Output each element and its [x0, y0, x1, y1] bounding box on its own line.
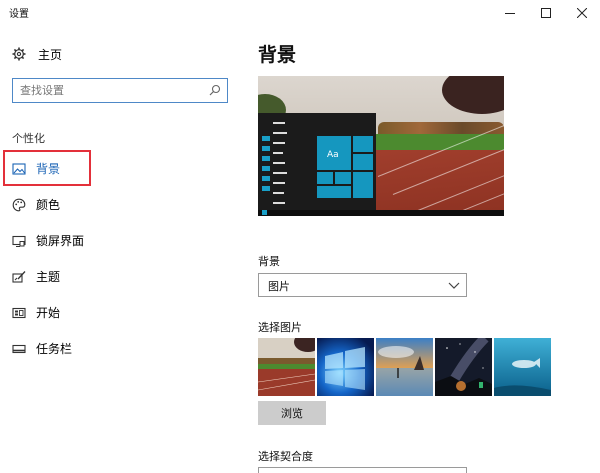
preview-tile-text: Aa	[327, 150, 339, 160]
picture-thumbnail[interactable]	[435, 338, 492, 396]
home-link[interactable]: 主页	[12, 44, 62, 64]
section-heading: 个性化	[12, 132, 45, 145]
search-icon[interactable]	[209, 84, 221, 96]
fit-label: 选择契合度	[258, 450, 313, 463]
picture-thumbnail[interactable]	[258, 338, 315, 396]
background-label: 背景	[258, 255, 280, 268]
sidebar: 主页 个性化 背景 颜色 锁屏界面	[0, 26, 238, 473]
window-title: 设置	[9, 9, 29, 20]
chevron-down-icon	[448, 282, 460, 289]
browse-button[interactable]: 浏览	[258, 401, 326, 425]
minimize-button[interactable]	[492, 0, 528, 26]
start-menu-icon	[12, 305, 26, 319]
picture-thumbnails	[258, 338, 554, 396]
search-box	[12, 78, 228, 103]
fit-dropdown[interactable]	[258, 467, 467, 473]
settings-window: 设置 主页 查找设置 个性化 背景 颜色 锁屏界面 主题 开始 任务栏 背景 A…	[0, 0, 600, 473]
sidebar-item-label: 背景	[36, 162, 61, 176]
background-dropdown[interactable]: 图片	[258, 273, 467, 297]
theme-brush-icon	[12, 269, 26, 283]
preview-start-menu: Aa	[258, 113, 376, 210]
sidebar-item-background[interactable]: 背景	[0, 152, 238, 184]
maximize-icon	[541, 8, 551, 18]
picture-thumbnail[interactable]	[376, 338, 433, 396]
choose-picture-label: 选择图片	[258, 321, 302, 334]
sidebar-item-label: 开始	[36, 306, 61, 320]
sidebar-item-label: 颜色	[36, 198, 61, 212]
maximize-button[interactable]	[528, 0, 564, 26]
search-input[interactable]	[20, 82, 200, 99]
close-button[interactable]	[564, 0, 600, 26]
preview-tiles: Aa	[316, 135, 374, 199]
palette-icon	[12, 197, 26, 212]
image-icon	[12, 161, 26, 175]
sidebar-item-lock-screen[interactable]: 锁屏界面	[0, 224, 238, 256]
preview-taskbar	[258, 210, 504, 216]
gear-icon	[12, 47, 26, 61]
sidebar-item-colors[interactable]: 颜色	[0, 188, 238, 220]
sidebar-item-label: 主题	[36, 270, 61, 284]
picture-thumbnail[interactable]	[317, 338, 374, 396]
background-dropdown-value: 图片	[268, 280, 290, 293]
sidebar-item-start[interactable]: 开始	[0, 296, 238, 328]
minimize-icon	[505, 13, 515, 14]
home-label: 主页	[38, 47, 63, 62]
picture-thumbnail[interactable]	[494, 338, 551, 396]
sidebar-item-label: 任务栏	[36, 342, 73, 356]
taskbar-icon	[12, 341, 26, 355]
lock-screen-icon	[12, 233, 26, 247]
background-preview: Aa	[258, 76, 504, 216]
sidebar-item-label: 锁屏界面	[36, 234, 85, 248]
sidebar-item-taskbar[interactable]: 任务栏	[0, 332, 238, 364]
sidebar-item-themes[interactable]: 主题	[0, 260, 238, 292]
page-title: 背景	[258, 44, 297, 66]
main-panel: 背景 Aa 背景 图片 选择图片 浏览 选择契合度	[238, 26, 600, 473]
title-bar: 设置	[0, 0, 600, 26]
close-icon	[577, 8, 587, 18]
